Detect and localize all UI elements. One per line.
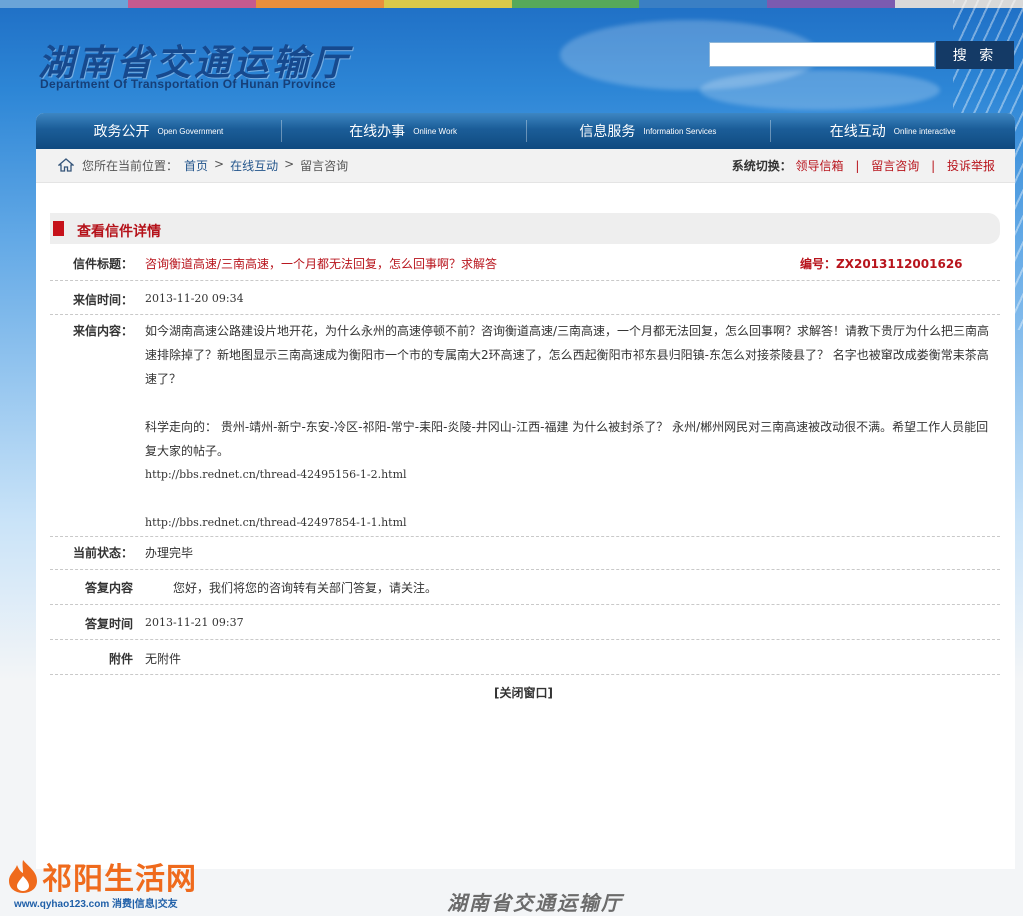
breadcrumb-separator: > [284, 157, 295, 171]
letter-title-row: 信件标题： 咨询衡道高速/三南高速，一个月都无法回复，怎么回事啊？求解答 编号：… [50, 246, 1000, 281]
reply-time-row: 答复时间 2013-11-21 09:37 [50, 604, 1000, 640]
cloud-decoration [700, 70, 940, 110]
letter-number-label: 编号： [800, 257, 837, 271]
search-button[interactable]: 搜 索 [936, 41, 1014, 69]
letter-content-label: 来信内容： [72, 324, 133, 338]
nav-item-online-work[interactable]: 在线办事 Online Work [280, 113, 526, 149]
main-nav: 政务公开 Open Government 在线办事 Online Work 信息… [36, 113, 1015, 149]
reply-value: 您好，我们将您的咨询转有关部门答复，请关注。 [173, 581, 438, 595]
title-marker-icon [53, 221, 64, 236]
letter-content-link[interactable]: http://bbs.rednet.cn/thread-42497854-1-1… [145, 511, 995, 535]
letter-content-paragraph: 科学走向的： 贵州-靖州-新宁-东安-冷区-祁阳-常宁-耒阳-炎陵-井冈山-江西… [145, 420, 989, 458]
nav-label-en: Online interactive [893, 126, 956, 136]
breadcrumb-interactive-link[interactable]: 在线互动 [230, 157, 278, 174]
link-complaint-report[interactable]: 投诉举报 [947, 159, 995, 173]
attachment-row: 附件 无附件 [50, 639, 1000, 675]
watermark-flame-icon [9, 860, 37, 893]
nav-label: 在线办事 [349, 124, 406, 140]
letter-content-paragraph: 如今湖南高速公路建设片地开花，为什么永州的高速停顿不前？咨询衡道高速/三南高速，… [145, 324, 990, 386]
link-message-consult[interactable]: 留言咨询 [871, 159, 919, 173]
breadcrumb-bar: 您所在当前位置： 首页 > 在线互动 > 留言咨询 系统切换： 领导信箱 | 留… [36, 149, 1015, 183]
nav-label: 政务公开 [93, 124, 150, 140]
letter-content-link[interactable]: http://bbs.rednet.cn/thread-42495156-1-2… [145, 463, 995, 487]
link-separator: | [931, 159, 936, 173]
attachment-label: 附件 [108, 652, 133, 666]
breadcrumb-current: 留言咨询 [300, 159, 349, 173]
letter-content: 如今湖南高速公路建设片地开花，为什么永州的高速停顿不前？咨询衡道高速/三南高速，… [145, 319, 995, 535]
system-switch-label: 系统切换： [731, 159, 792, 173]
breadcrumb-separator: > [214, 157, 225, 171]
letter-number: 编号：ZX2013112001626 [800, 255, 963, 272]
top-color-strip [0, 0, 1023, 8]
status-row: 当前状态： 办理完毕 [50, 536, 1000, 570]
letter-time-value: 2013-11-20 09:34 [145, 292, 244, 305]
section-title: 查看信件详情 [77, 224, 161, 240]
nav-label: 信息服务 [579, 124, 636, 140]
footer-logo: 湖南省交通运输厅 [447, 891, 623, 915]
search-input[interactable] [709, 42, 935, 67]
nav-item-open-government[interactable]: 政务公开 Open Government [36, 113, 281, 149]
nav-label-en: Information Services [643, 126, 717, 136]
nav-label-en: Online Work [413, 126, 458, 136]
watermark-brand: 祁阳生活网 [42, 862, 197, 897]
letter-time-row: 来信时间： 2013-11-20 09:34 [50, 280, 1000, 315]
nav-item-online-interactive[interactable]: 在线互动 Online interactive [770, 113, 1015, 149]
reply-time-value: 2013-11-21 09:37 [145, 616, 244, 629]
system-switch: 系统切换： 领导信箱 | 留言咨询 | 投诉举报 [732, 157, 995, 174]
letter-number-value: ZX2013112001626 [836, 257, 963, 271]
breadcrumb: 您所在当前位置： 首页 > 在线互动 > 留言咨询 [82, 157, 348, 174]
reply-label: 答复内容 [84, 581, 133, 595]
status-value: 办理完毕 [145, 546, 194, 560]
reply-time-label: 答复时间 [84, 617, 133, 631]
attachment-value: 无附件 [145, 652, 182, 666]
letter-title-value: 咨询衡道高速/三南高速，一个月都无法回复，怎么回事啊？求解答 [145, 257, 498, 271]
reply-row: 答复内容 您好，我们将您的咨询转有关部门答复，请关注。 [50, 569, 1000, 605]
nav-item-information-services[interactable]: 信息服务 Information Services [525, 113, 771, 149]
breadcrumb-prefix: 您所在当前位置： [82, 159, 179, 173]
letter-title-label: 信件标题： [72, 257, 133, 271]
home-icon [58, 158, 74, 172]
watermark-subtitle: www.qyhao123.com 消费|信息|交友 [14, 899, 178, 910]
section-title-bar: 查看信件详情 [50, 213, 1000, 244]
link-separator: | [855, 159, 860, 173]
site-logo-english: Department Of Transportation Of Hunan Pr… [40, 77, 336, 91]
letter-time-label: 来信时间： [72, 293, 133, 307]
nav-label: 在线互动 [829, 124, 886, 140]
breadcrumb-home-link[interactable]: 首页 [184, 157, 208, 174]
close-window-link[interactable]: [关闭窗口] [494, 684, 553, 701]
link-leader-mailbox[interactable]: 领导信箱 [796, 159, 844, 173]
status-label: 当前状态： [72, 546, 133, 560]
letter-content-row: 来信内容： 如今湖南高速公路建设片地开花，为什么永州的高速停顿不前？咨询衡道高速… [50, 314, 1000, 537]
nav-label-en: Open Government [157, 126, 224, 136]
